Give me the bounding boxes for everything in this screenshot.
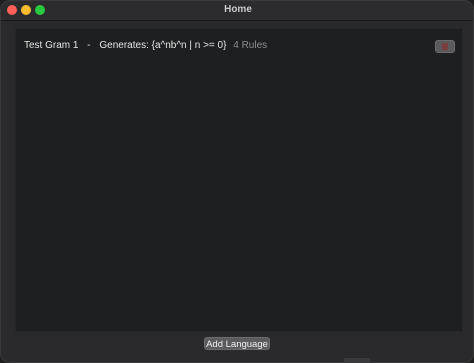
language-list: Test Gram 1 - Generates: {a^nb^n | n >= … [15,28,463,332]
language-generates: Generates: {a^nb^n | n >= 0} [99,40,227,51]
window-title: Home [224,4,252,15]
trash-icon [442,43,448,50]
language-row[interactable]: Test Gram 1 - Generates: {a^nb^n | n >= … [24,40,267,51]
separator: - [87,40,91,51]
main-window: Home Test Gram 1 - Generates: {a^nb^n | … [0,0,474,363]
rule-count: 4 Rules [233,40,268,51]
add-language-button[interactable]: Add Language [204,337,270,350]
scroll-indicator [344,358,370,363]
language-name: Test Gram 1 [24,40,79,51]
delete-language-button[interactable] [435,40,455,53]
title-bar[interactable]: Home [1,1,473,21]
